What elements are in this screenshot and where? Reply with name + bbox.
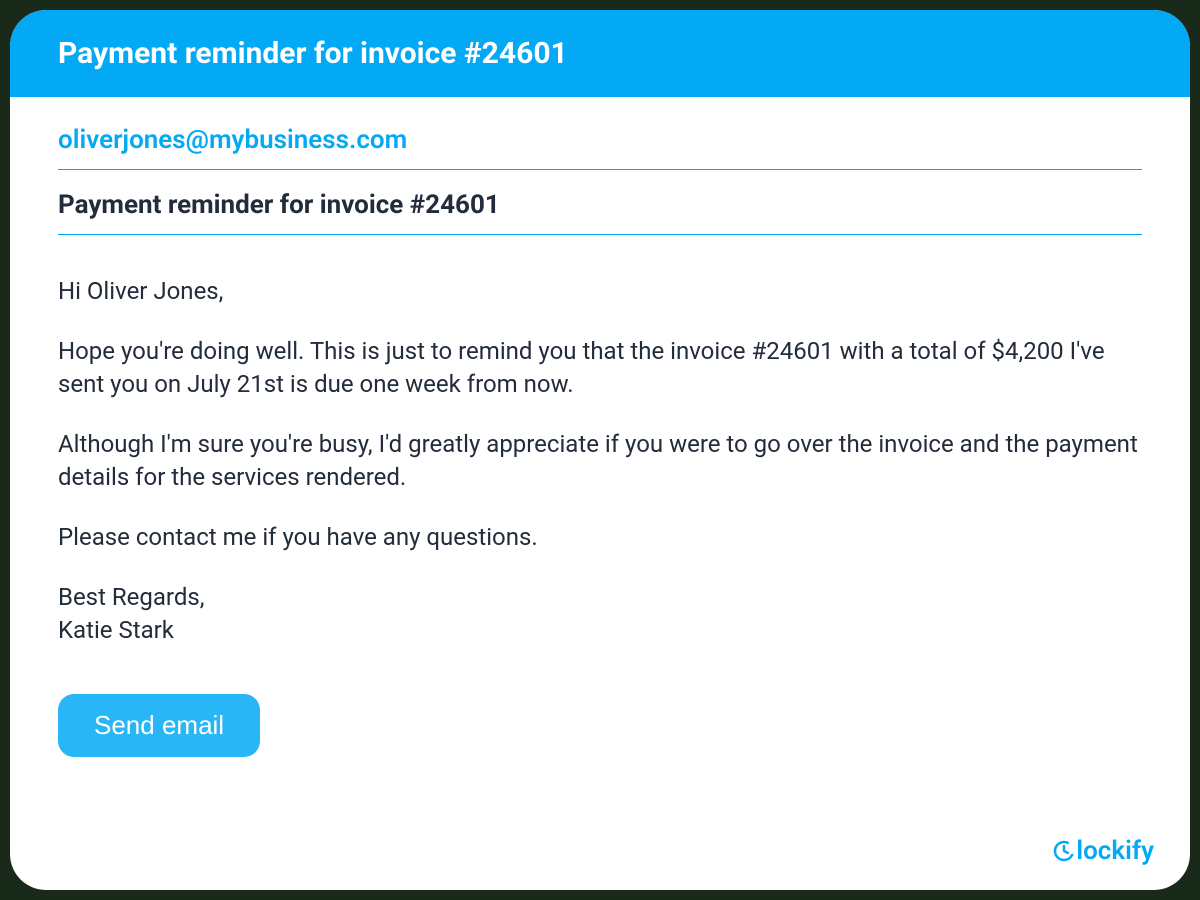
clock-icon: [1052, 839, 1076, 863]
send-email-button[interactable]: Send email: [58, 694, 260, 757]
email-compose-card: Payment reminder for invoice #24601 oliv…: [10, 10, 1190, 890]
body-paragraph-3: Please contact me if you have any questi…: [58, 521, 1142, 553]
greeting-text: Hi Oliver Jones,: [58, 275, 1142, 307]
body-paragraph-2: Although I'm sure you're busy, I'd great…: [58, 428, 1142, 493]
header-bar: Payment reminder for invoice #24601: [10, 10, 1190, 97]
email-body[interactable]: Hi Oliver Jones, Hope you're doing well.…: [58, 235, 1142, 646]
brand-text: lockify: [1076, 836, 1154, 866]
recipient-field[interactable]: oliverjones@mybusiness.com: [58, 125, 1142, 170]
signoff-text: Best Regards,: [58, 581, 1142, 613]
header-title: Payment reminder for invoice #24601: [58, 36, 1142, 71]
brand-logo: lockify: [1052, 836, 1154, 866]
email-content: oliverjones@mybusiness.com Payment remin…: [10, 97, 1190, 890]
signature-block: Best Regards, Katie Stark: [58, 581, 1142, 646]
body-paragraph-1: Hope you're doing well. This is just to …: [58, 335, 1142, 400]
sender-name: Katie Stark: [58, 614, 1142, 646]
subject-field[interactable]: Payment reminder for invoice #24601: [58, 170, 1142, 235]
